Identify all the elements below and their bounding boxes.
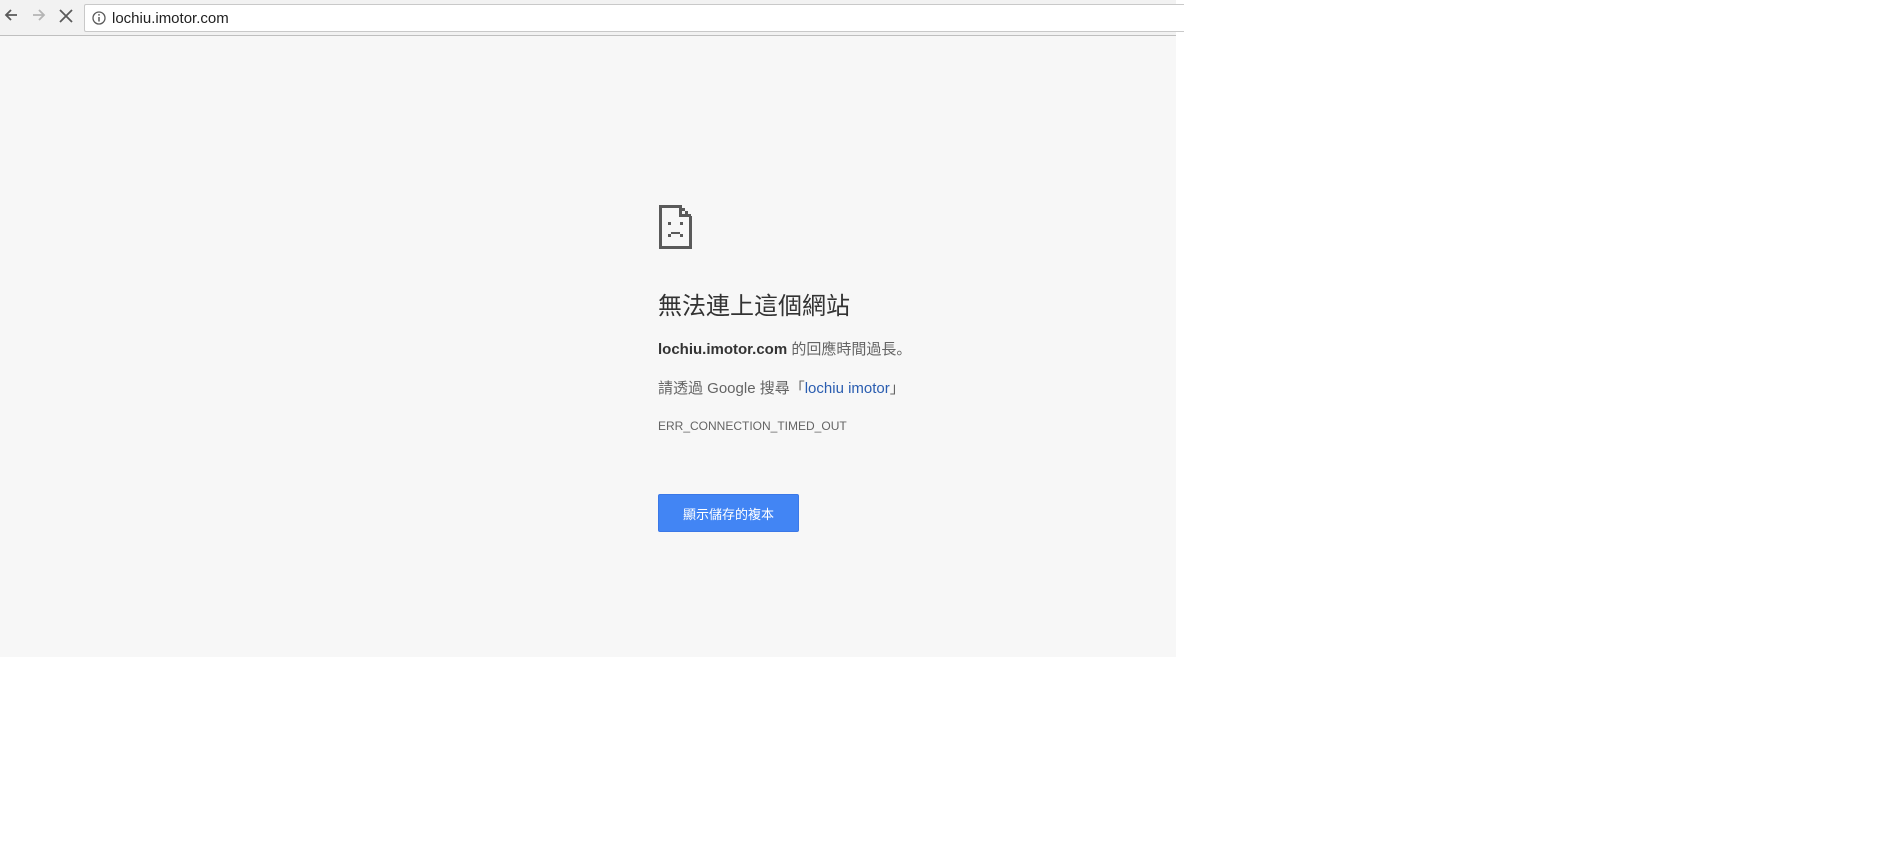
google-search-link[interactable]: lochiu imotor xyxy=(805,380,890,397)
browser-toolbar: lochiu.imotor.com xyxy=(0,0,1184,36)
sad-document-icon xyxy=(658,204,694,250)
address-bar[interactable]: lochiu.imotor.com xyxy=(84,4,1184,32)
error-message: lochiu.imotor.com 的回應時間過長。 xyxy=(658,340,1178,360)
error-page-content: 無法連上這個網站 lochiu.imotor.com 的回應時間過長。 請透過 … xyxy=(658,204,1178,532)
suggestion-suffix: 」 xyxy=(889,380,905,397)
error-code: ERR_CONNECTION_TIMED_OUT xyxy=(658,419,847,433)
search-suggestion: 請透過 Google 搜尋「lochiu imotor」 xyxy=(658,379,1178,399)
arrow-right-icon xyxy=(31,7,47,27)
error-title: 無法連上這個網站 xyxy=(658,293,850,320)
close-icon xyxy=(59,8,73,27)
forward-button[interactable] xyxy=(28,6,50,28)
stop-loading-button[interactable] xyxy=(55,6,77,28)
arrow-left-icon xyxy=(3,7,19,27)
url-text[interactable]: lochiu.imotor.com xyxy=(112,10,229,27)
back-button[interactable] xyxy=(0,6,22,28)
show-cached-copy-button[interactable]: 顯示儲存的複本 xyxy=(658,494,799,532)
error-message-text: 的回應時間過長。 xyxy=(787,341,912,358)
info-icon[interactable] xyxy=(92,11,106,25)
browser-window: lochiu.imotor.com 無法連上這個網站 lochiu.imotor… xyxy=(0,0,1184,657)
suggestion-prefix: 請透過 Google 搜尋「 xyxy=(658,380,805,397)
error-host: lochiu.imotor.com xyxy=(658,341,788,358)
